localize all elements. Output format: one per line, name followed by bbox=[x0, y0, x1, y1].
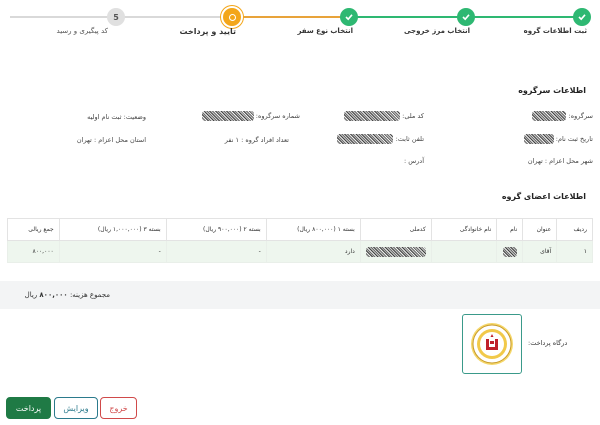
edit-button[interactable]: ویرایش bbox=[54, 397, 98, 419]
column-header: نام bbox=[496, 218, 524, 241]
dispatch-province-field: استان محل اعزام : تهران bbox=[77, 136, 146, 144]
cell-total: ۸۰۰,۰۰۰ bbox=[7, 240, 60, 263]
table-row: ۱ آقای دارد - - ۸۰۰,۰۰۰ bbox=[7, 240, 593, 263]
redacted-value bbox=[201, 111, 254, 121]
leader-name-field: سرگروه: bbox=[532, 111, 593, 121]
leader-name-label: سرگروه: bbox=[568, 112, 593, 120]
dispatch-city-value: تهران bbox=[527, 157, 543, 165]
members-table: ردیف عنوان نام نام خانوادگی کدملی بسته ۱… bbox=[7, 218, 593, 263]
stepper-connector bbox=[232, 16, 349, 18]
bank-gateway-option[interactable] bbox=[462, 314, 522, 374]
register-date-field: تاریخ ثبت نام: bbox=[523, 134, 593, 144]
cell-row-number: ۱ bbox=[556, 240, 593, 263]
step-4-current-icon bbox=[223, 8, 241, 26]
progress-stepper: 5 ثبت اطلاعات گروه انتخاب مرز خروجی انتخ… bbox=[0, 0, 600, 46]
status-field: وضعیت: ثبت نام اولیه bbox=[87, 113, 146, 121]
step-1-label: ثبت اطلاعات گروه bbox=[523, 27, 587, 35]
column-header: بسته ۳ (۱,۰۰۰,۰۰۰ ریال) bbox=[58, 218, 167, 241]
column-header: جمع ریالی bbox=[7, 218, 60, 241]
status-label: وضعیت: bbox=[123, 113, 146, 121]
national-code-field: کد ملی: bbox=[344, 111, 424, 121]
dispatch-province-value: تهران bbox=[76, 136, 92, 144]
column-header: بسته ۲ (۹۰۰,۰۰۰ ریال) bbox=[165, 218, 267, 241]
column-header: عنوان bbox=[522, 218, 558, 241]
stepper-connector bbox=[466, 16, 582, 18]
total-unit: ریال bbox=[24, 291, 38, 299]
column-header: کدملی bbox=[359, 218, 432, 241]
total-cost: مجموع هزینه: ۸۰۰,۰۰۰ ریال bbox=[25, 291, 110, 299]
cell-last-name bbox=[430, 240, 498, 263]
cell-package-3: - bbox=[58, 240, 167, 263]
cell-title: آقای bbox=[522, 240, 558, 263]
redacted-value bbox=[365, 246, 426, 257]
cell-package-2: - bbox=[165, 240, 267, 263]
step-2-check-icon bbox=[457, 8, 475, 26]
members-section-title: اطلاعات اعضای گروه bbox=[501, 192, 586, 201]
step-5-label: کد پیگیری و رسید bbox=[56, 27, 108, 35]
national-code-label: کد ملی: bbox=[402, 112, 424, 120]
redacted-value bbox=[344, 111, 401, 121]
gateway-label: درگاه پرداخت: bbox=[528, 339, 568, 347]
phone-field: تلفن ثابت: bbox=[337, 134, 424, 144]
dispatch-city-label: شهر محل اعزام : bbox=[544, 157, 593, 165]
bank-melli-logo-icon bbox=[471, 323, 513, 365]
step-1-check-icon bbox=[573, 8, 591, 26]
address-field: آدرس : bbox=[404, 157, 424, 165]
address-label: آدرس : bbox=[403, 157, 424, 165]
redacted-value bbox=[532, 111, 567, 121]
step-2-label: انتخاب مرز خروجی bbox=[403, 27, 470, 35]
cell-package-1: دارد bbox=[265, 240, 361, 263]
column-header: ردیف bbox=[556, 218, 593, 241]
members-count-value: ۱ نفر bbox=[224, 136, 240, 144]
register-date-label: تاریخ ثبت نام: bbox=[555, 135, 593, 143]
group-number-label: شماره سرگروه: bbox=[255, 112, 300, 120]
redacted-value bbox=[523, 134, 554, 144]
stepper-connector bbox=[349, 16, 466, 18]
total-label: مجموع هزینه: bbox=[69, 291, 110, 299]
step-3-label: انتخاب نوع سفر bbox=[297, 27, 353, 35]
step-4-label: تایید و پرداخت bbox=[179, 27, 236, 36]
cell-first-name bbox=[496, 240, 524, 263]
step-3-check-icon bbox=[340, 8, 358, 26]
table-header-row: ردیف عنوان نام نام خانوادگی کدملی بسته ۱… bbox=[7, 218, 593, 241]
cell-national-code bbox=[359, 240, 432, 263]
dispatch-province-label: استان محل اعزام : bbox=[93, 136, 146, 144]
phone-label: تلفن ثابت: bbox=[395, 135, 424, 143]
column-header: نام خانوادگی bbox=[430, 218, 498, 241]
leader-section-title: اطلاعات سرگروه bbox=[518, 86, 586, 95]
status-value: ثبت نام اولیه bbox=[87, 113, 122, 121]
members-count-label: تعداد افراد گروه : bbox=[241, 136, 289, 144]
members-count-field: تعداد افراد گروه : ۱ نفر bbox=[225, 136, 289, 144]
redacted-value bbox=[503, 246, 518, 257]
exit-button[interactable]: خروج bbox=[100, 397, 137, 419]
dispatch-city-field: شهر محل اعزام : تهران bbox=[528, 157, 593, 165]
pay-button[interactable]: پرداخت bbox=[6, 397, 51, 419]
group-number-field: شماره سرگروه: bbox=[201, 111, 300, 121]
step-5-number: 5 bbox=[107, 8, 125, 26]
redacted-value bbox=[337, 134, 394, 144]
column-header: بسته ۱ (۸۰۰,۰۰۰ ریال) bbox=[265, 218, 361, 241]
total-value: ۸۰۰,۰۰۰ bbox=[39, 291, 68, 299]
